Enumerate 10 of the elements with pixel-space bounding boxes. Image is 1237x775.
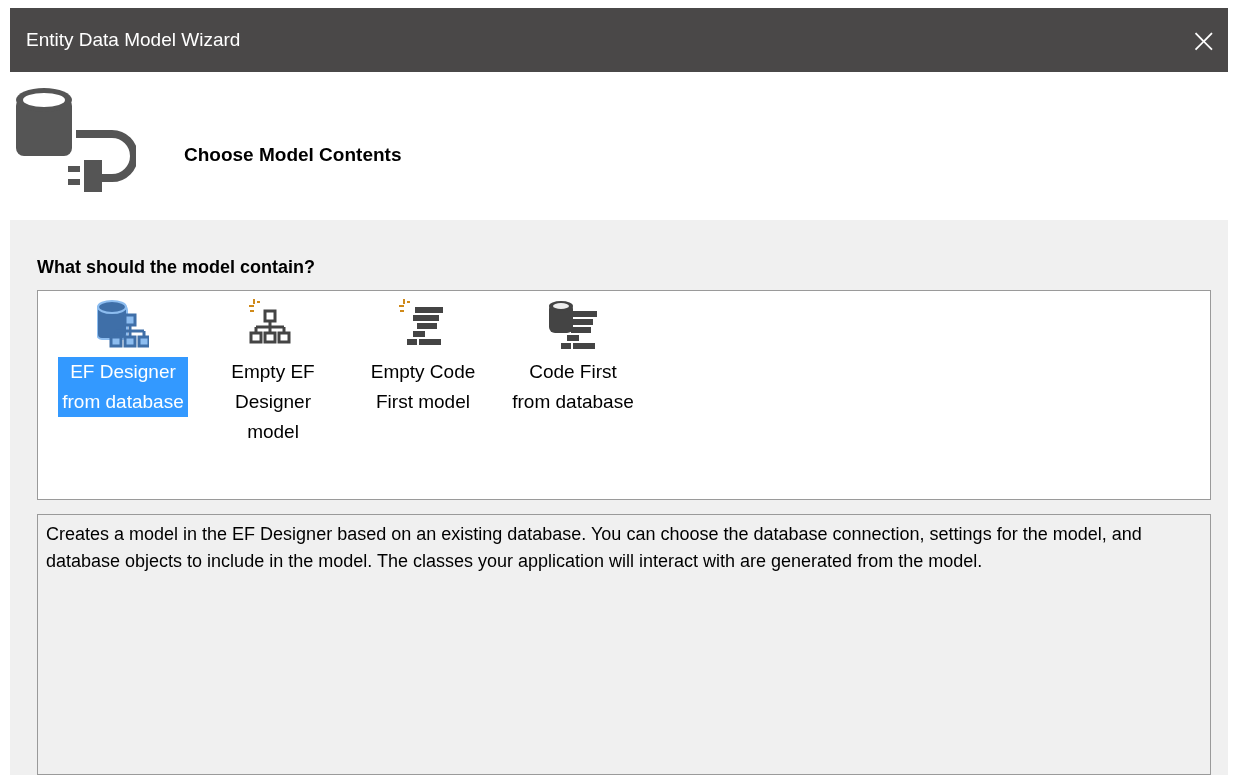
close-button[interactable]: ×	[1179, 23, 1228, 57]
option-item[interactable]: Code First from database	[508, 357, 638, 417]
description-text: Creates a model in the EF Designer based on an existing database. You can choose the database connection, settings for the model, and database objects to include in the model. The classes your application will interact with are generated from the model.	[46, 523, 1143, 573]
page-heading: Choose Model Contents	[184, 144, 402, 166]
option-item[interactable]: Empty EF Designer model	[208, 357, 338, 447]
database-diagram-icon	[97, 299, 149, 351]
option-item[interactable]: Empty Code First model	[358, 357, 488, 417]
database-bricks-icon	[547, 299, 599, 351]
section-label: What should the model contain?	[37, 257, 316, 278]
window-title: Entity Data Model Wizard	[26, 29, 241, 51]
